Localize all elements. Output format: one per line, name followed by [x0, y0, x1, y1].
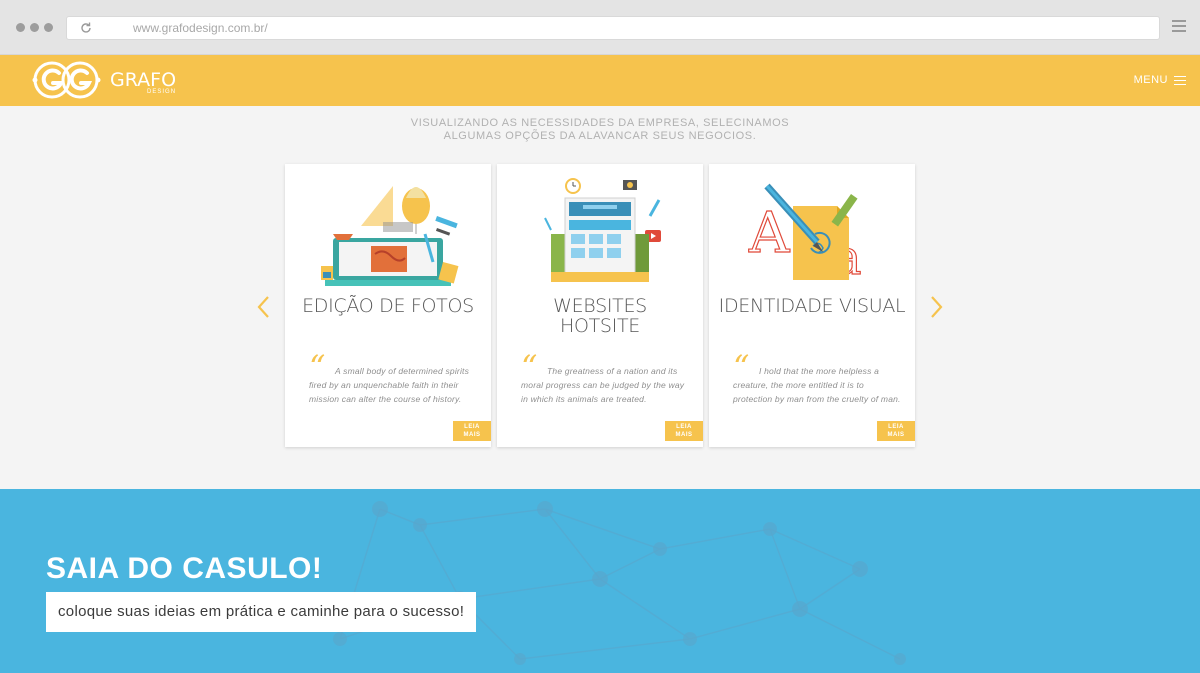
browser-menu-icon[interactable]	[1172, 20, 1186, 35]
window-dot[interactable]	[30, 23, 39, 32]
reload-icon[interactable]	[79, 21, 93, 35]
svg-text:A: A	[748, 201, 790, 266]
logo-subtitle: DESIGN	[147, 89, 177, 95]
carousel-prev-button[interactable]	[254, 292, 274, 322]
card-quote-text: The greatness of a nation and its moral …	[521, 366, 685, 404]
services-section: VISUALIZANDO AS NECESSIDADES DA EMPRESA,…	[0, 106, 1200, 489]
logo-name: GRAFO	[110, 69, 177, 91]
grafo-logo-icon	[32, 61, 101, 99]
read-more-label: MAIS	[887, 432, 905, 438]
banner-title: SAIA DO CASULO!	[46, 552, 323, 585]
hamburger-icon	[1174, 73, 1186, 88]
card-title-line: IDENTIDADE VISUAL	[718, 295, 906, 317]
card-quote: A small body of determined spirits fired…	[309, 364, 479, 406]
service-card[interactable]: A a IDENTIDADE VISUAL “ I hold that the …	[709, 164, 915, 447]
menu-button[interactable]: MENU	[1134, 73, 1186, 88]
carousel-next-button[interactable]	[926, 292, 946, 322]
card-title-line: HOTSITE	[559, 315, 641, 337]
service-card[interactable]: EDIÇÃO DE FOTOS “ A small body of determ…	[285, 164, 491, 447]
card-title: IDENTIDADE VISUAL	[709, 296, 915, 316]
url-text: www.grafodesign.com.br/	[133, 21, 268, 35]
site-header: GRAFO DESIGN MENU	[0, 55, 1200, 106]
intro-line: ALGUMAS OPÇÕES DA ALAVANCAR SEUS NEGOCIO…	[443, 130, 757, 142]
card-quote-text: A small body of determined spirits fired…	[309, 366, 470, 404]
card-quote: The greatness of a nation and its moral …	[521, 364, 691, 406]
websites-illustration	[544, 178, 661, 282]
browser-chrome: www.grafodesign.com.br/	[0, 0, 1200, 55]
intro-line: VISUALIZANDO AS NECESSIDADES DA EMPRESA,…	[410, 117, 790, 129]
chevron-right-icon	[931, 296, 943, 318]
visual-identity-illustration: A a	[747, 183, 862, 287]
card-title: EDIÇÃO DE FOTOS	[285, 296, 491, 316]
read-more-button[interactable]: LEIA MAIS	[665, 421, 703, 441]
read-more-label: MAIS	[675, 432, 693, 438]
logo[interactable]: GRAFO DESIGN	[32, 60, 176, 100]
read-more-label: LEIA	[888, 424, 904, 430]
read-more-button[interactable]: LEIA MAIS	[877, 421, 915, 441]
card-title: WEBSITES HOTSITE	[497, 296, 703, 336]
card-title-line: WEBSITES	[553, 295, 647, 317]
window-controls	[16, 23, 53, 32]
card-title-line: EDIÇÃO DE FOTOS	[302, 295, 474, 317]
logo-text: GRAFO DESIGN	[110, 69, 177, 95]
read-more-label: LEIA	[676, 424, 692, 430]
read-more-button[interactable]: LEIA MAIS	[453, 421, 491, 441]
read-more-label: MAIS	[463, 432, 481, 438]
address-bar[interactable]: www.grafodesign.com.br/	[66, 16, 1160, 40]
window-dot[interactable]	[16, 23, 25, 32]
window-dot[interactable]	[44, 23, 53, 32]
card-quote-text: I hold that the more helpless a creature…	[733, 366, 901, 404]
network-pattern-icon	[333, 501, 906, 665]
photo-editing-illustration	[321, 186, 459, 286]
service-card[interactable]: WEBSITES HOTSITE “ The greatness of a na…	[497, 164, 703, 447]
hero-banner: SAIA DO CASULO! coloque suas ideias em p…	[0, 489, 1200, 673]
banner-subtitle: coloque suas ideias em prática e caminhe…	[46, 592, 477, 632]
read-more-label: LEIA	[464, 424, 480, 430]
card-quote: I hold that the more helpless a creature…	[733, 364, 903, 406]
menu-label: MENU	[1133, 74, 1168, 87]
services-intro: VISUALIZANDO AS NECESSIDADES DA EMPRESA,…	[0, 117, 1200, 143]
chevron-left-icon	[257, 296, 269, 318]
